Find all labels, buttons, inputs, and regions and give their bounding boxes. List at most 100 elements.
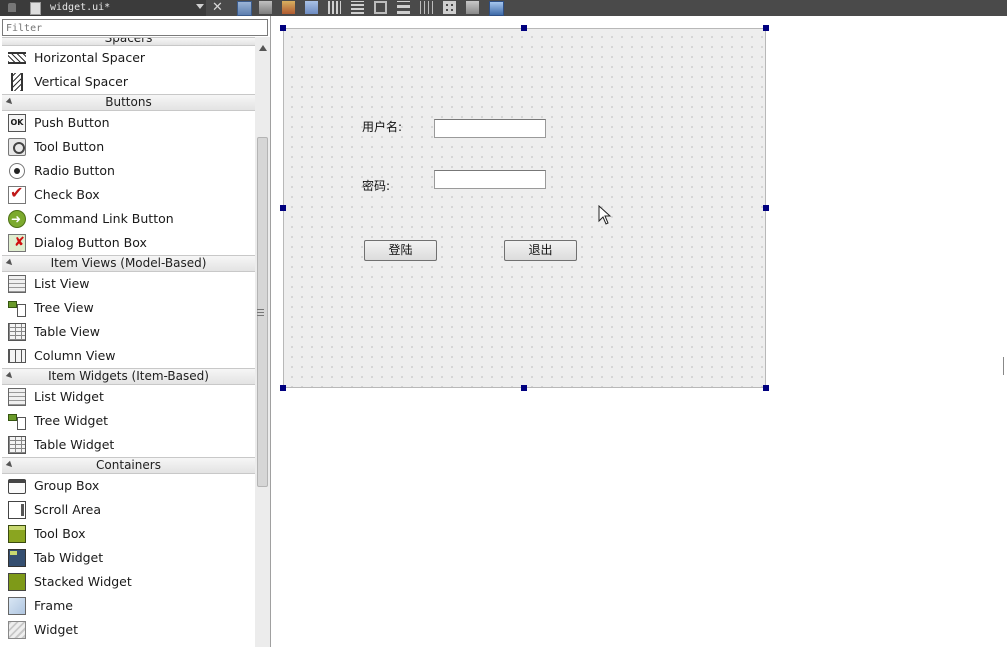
list-view-icon bbox=[8, 275, 26, 293]
resize-handle-top-right[interactable] bbox=[763, 25, 769, 31]
widget-item[interactable]: Table Widget bbox=[2, 433, 255, 457]
widget-item[interactable]: Widget bbox=[2, 618, 255, 642]
category-spacers[interactable]: Spacers bbox=[2, 37, 255, 46]
password-input[interactable] bbox=[434, 170, 546, 189]
check-box-icon bbox=[8, 181, 26, 205]
username-label: 用户名: bbox=[362, 120, 403, 134]
close-icon[interactable]: ✕ bbox=[212, 0, 223, 15]
category-label: Item Widgets (Item-Based) bbox=[48, 369, 209, 383]
group-box-icon bbox=[8, 479, 26, 494]
widget-item-label: Widget bbox=[34, 622, 79, 637]
splitter-edge[interactable] bbox=[1003, 357, 1007, 375]
chevron-down-icon[interactable] bbox=[196, 4, 204, 9]
layout-grid-icon[interactable] bbox=[443, 1, 456, 14]
collapse-arrow-icon[interactable] bbox=[5, 258, 15, 268]
widget-item[interactable]: Check Box bbox=[2, 181, 255, 207]
edit-widgets-icon[interactable] bbox=[237, 1, 252, 16]
widget-item-label: Horizontal Spacer bbox=[34, 50, 146, 65]
collapse-arrow-icon[interactable] bbox=[5, 460, 15, 470]
widget-item[interactable]: Command Link Button bbox=[2, 207, 255, 231]
collapse-arrow-icon[interactable] bbox=[5, 371, 15, 381]
layout-splitter-horizontal-icon[interactable] bbox=[374, 1, 387, 14]
frame-icon bbox=[8, 597, 26, 615]
widget-item-label: Column View bbox=[34, 348, 116, 363]
edit-signals-slots-icon[interactable] bbox=[259, 1, 272, 14]
edit-tab-order-icon[interactable] bbox=[305, 1, 318, 14]
widget-item[interactable]: Tool Box bbox=[2, 522, 255, 546]
dialog-button-box-icon bbox=[8, 231, 26, 255]
widget-item-label: Tree Widget bbox=[34, 413, 109, 428]
widget-item[interactable]: Tool Button bbox=[2, 135, 255, 159]
resize-handle-bottom-right[interactable] bbox=[763, 385, 769, 391]
widget-icon bbox=[8, 621, 26, 639]
widget-item-label: Dialog Button Box bbox=[34, 235, 147, 250]
widget-item[interactable]: List Widget bbox=[2, 385, 255, 409]
break-layout-icon[interactable] bbox=[466, 1, 479, 14]
widget-item[interactable]: Scroll Area bbox=[2, 498, 255, 522]
filter-field[interactable] bbox=[2, 19, 268, 36]
resize-handle-bottom-left[interactable] bbox=[280, 385, 286, 391]
category-header[interactable]: Buttons bbox=[2, 94, 255, 111]
stacked-widget-icon bbox=[8, 571, 28, 591]
document-tab[interactable]: widget.ui* bbox=[0, 0, 206, 16]
widget-item-label: Stacked Widget bbox=[34, 574, 132, 589]
tree-widget-icon bbox=[8, 412, 26, 430]
widget-item-label: Tab Widget bbox=[34, 550, 104, 565]
tab-widget-icon bbox=[8, 549, 26, 567]
widget-item-label: Table View bbox=[34, 324, 100, 339]
vertical-spacer-icon bbox=[11, 73, 23, 91]
category-label: Spacers bbox=[104, 37, 153, 45]
layout-vertical-icon[interactable] bbox=[351, 1, 364, 14]
widget-item[interactable]: Table View bbox=[2, 320, 255, 344]
widget-list-scrollbar[interactable] bbox=[255, 37, 270, 647]
widget-item[interactable]: Tree Widget bbox=[2, 409, 255, 433]
resize-handle-top-left[interactable] bbox=[280, 25, 286, 31]
widget-item[interactable]: Column View bbox=[2, 344, 255, 368]
widget-item[interactable]: Frame bbox=[2, 594, 255, 618]
form-widget[interactable]: 用户名: 密码: 登陆 退出 bbox=[283, 28, 766, 388]
radio-button-icon bbox=[9, 163, 25, 179]
tool-button-icon bbox=[8, 138, 26, 156]
widget-item[interactable]: List View bbox=[2, 272, 255, 296]
edit-buddies-icon[interactable] bbox=[282, 1, 295, 14]
scroll-up-arrow-icon[interactable] bbox=[259, 45, 267, 51]
widget-item[interactable]: Stacked Widget bbox=[2, 570, 255, 594]
collapse-arrow-icon[interactable] bbox=[5, 97, 15, 107]
exit-button[interactable]: 退出 bbox=[504, 240, 577, 261]
resize-handle-top[interactable] bbox=[521, 25, 527, 31]
widget-item[interactable]: Tree View bbox=[2, 296, 255, 320]
widget-item-label: List View bbox=[34, 276, 90, 291]
widget-item[interactable]: Vertical Spacer bbox=[2, 70, 255, 94]
widget-box-panel: Spacers Horizontal Spacer Vertical Spacer… bbox=[0, 16, 271, 647]
category-label: Item Views (Model-Based) bbox=[50, 256, 207, 270]
widget-item[interactable]: Group Box bbox=[2, 474, 255, 498]
resize-handle-bottom[interactable] bbox=[521, 385, 527, 391]
tool-box-icon bbox=[8, 525, 26, 543]
username-input[interactable] bbox=[434, 119, 546, 138]
category-header[interactable]: Item Widgets (Item-Based) bbox=[2, 368, 255, 385]
splitter-grip-icon[interactable] bbox=[257, 309, 264, 316]
widget-item[interactable]: Radio Button bbox=[2, 159, 255, 183]
table-view-icon bbox=[8, 323, 26, 341]
list-widget-icon bbox=[8, 388, 26, 406]
adjust-size-icon[interactable] bbox=[489, 1, 504, 16]
widget-item[interactable]: OK Push Button bbox=[2, 111, 255, 135]
layout-splitter-vertical-icon[interactable] bbox=[397, 1, 410, 14]
widget-item-label: Command Link Button bbox=[34, 211, 174, 226]
layout-horizontal-icon[interactable] bbox=[328, 1, 341, 14]
widget-item-label: Tool Button bbox=[34, 139, 105, 154]
category-header[interactable]: Item Views (Model-Based) bbox=[2, 255, 255, 272]
widget-item[interactable]: Tab Widget bbox=[2, 546, 255, 570]
resize-handle-right[interactable] bbox=[763, 205, 769, 211]
widget-item[interactable]: Horizontal Spacer bbox=[2, 46, 255, 70]
document-tab-title: widget.ui* bbox=[50, 2, 111, 13]
login-button[interactable]: 登陆 bbox=[364, 240, 437, 261]
resize-handle-left[interactable] bbox=[280, 205, 286, 211]
widget-item[interactable]: Dialog Button Box bbox=[2, 231, 255, 255]
layout-form-icon[interactable] bbox=[420, 1, 433, 14]
filter-input[interactable] bbox=[6, 21, 264, 36]
widget-sections: Horizontal Spacer Vertical Spacer Buttons O… bbox=[2, 46, 255, 642]
widget-item-label: Radio Button bbox=[34, 163, 115, 178]
widget-item-label: Group Box bbox=[34, 478, 100, 493]
category-header[interactable]: Containers bbox=[2, 457, 255, 474]
